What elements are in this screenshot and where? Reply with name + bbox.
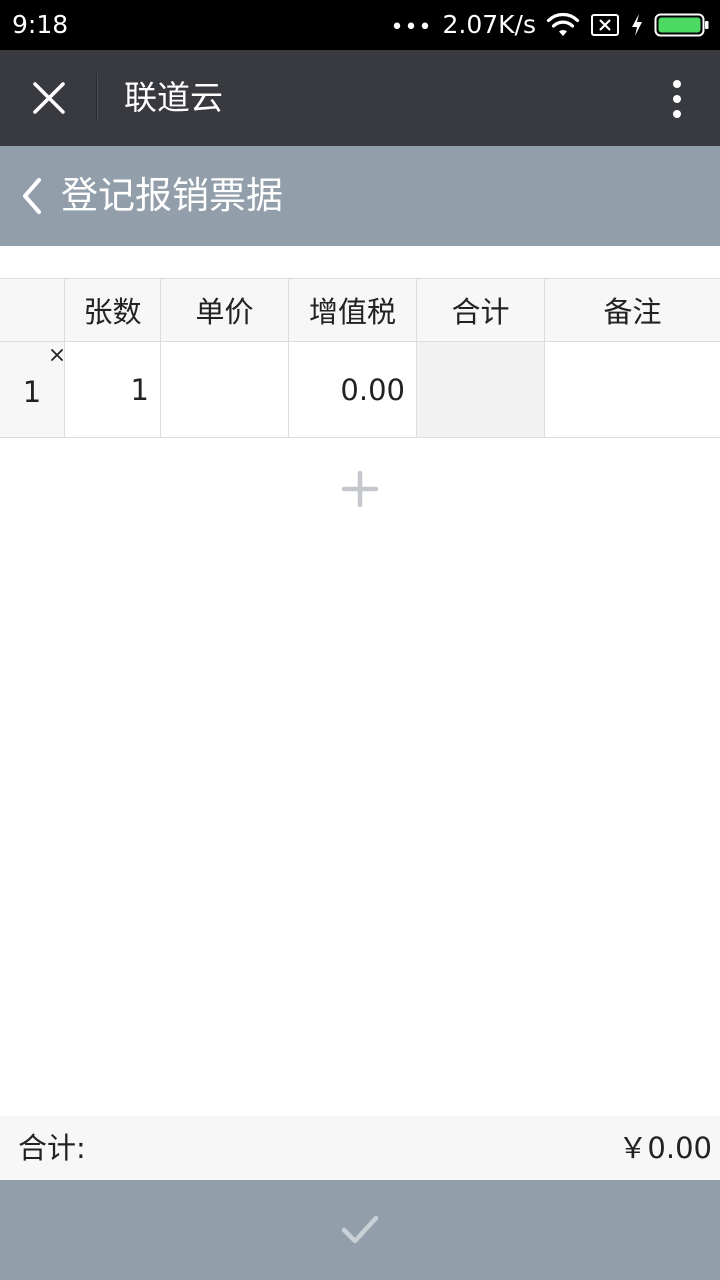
table-row: 1 1 0.00 xyxy=(0,342,720,438)
topbar-divider xyxy=(96,74,97,122)
page-title: 登记报销票据 xyxy=(61,174,283,217)
receipt-table: 张数 单价 增值税 合计 备注 1 1 0.00 xyxy=(0,278,720,438)
row-index: 1 xyxy=(22,374,42,409)
more-vertical-icon xyxy=(673,80,681,118)
unit-price-input[interactable] xyxy=(161,342,289,437)
close-icon xyxy=(33,82,65,114)
network-speed: 2.07K/s xyxy=(442,10,536,39)
status-bar: 9:18 ••• 2.07K/s xyxy=(0,0,720,50)
header-vat: 增值税 xyxy=(289,279,417,341)
header-index xyxy=(0,279,65,341)
wifi-icon xyxy=(546,12,580,38)
top-bar: 联道云 xyxy=(0,50,720,146)
chevron-left-icon xyxy=(23,178,41,214)
header-note: 备注 xyxy=(603,295,662,329)
battery-icon xyxy=(654,12,710,38)
page-header: 登记报销票据 xyxy=(0,146,720,246)
table-header-row: 张数 单价 增值税 合计 备注 xyxy=(0,279,720,342)
plus-icon xyxy=(342,471,378,507)
header-total: 合计 xyxy=(417,279,545,341)
header-count: 张数 xyxy=(65,279,161,341)
status-indicators: ••• 2.07K/s xyxy=(391,0,710,50)
checkmark-icon xyxy=(341,1215,379,1244)
summary-bar: 合计: ￥0.00 xyxy=(0,1116,720,1180)
add-row-button[interactable] xyxy=(336,466,384,512)
confirm-button[interactable] xyxy=(0,1180,720,1280)
vat-input[interactable]: 0.00 xyxy=(289,342,417,437)
charging-icon xyxy=(630,13,644,37)
summary-amount: ￥0.00 xyxy=(618,1131,712,1165)
status-dots: ••• xyxy=(390,15,433,40)
sim-blocked-icon xyxy=(590,13,620,37)
back-button[interactable] xyxy=(10,172,54,220)
delete-row-button[interactable] xyxy=(48,346,66,364)
total-cell xyxy=(417,342,545,437)
close-button[interactable] xyxy=(22,74,76,122)
status-time: 9:18 xyxy=(12,10,69,39)
row-index-cell: 1 xyxy=(0,342,65,437)
summary-label: 合计: xyxy=(18,1131,86,1165)
delete-row-icon xyxy=(51,349,63,361)
app-title: 联道云 xyxy=(124,78,223,117)
more-menu-button[interactable] xyxy=(662,76,692,122)
count-input[interactable]: 1 xyxy=(65,342,161,437)
header-unit-price: 单价 xyxy=(161,279,289,341)
note-input[interactable] xyxy=(545,342,720,437)
